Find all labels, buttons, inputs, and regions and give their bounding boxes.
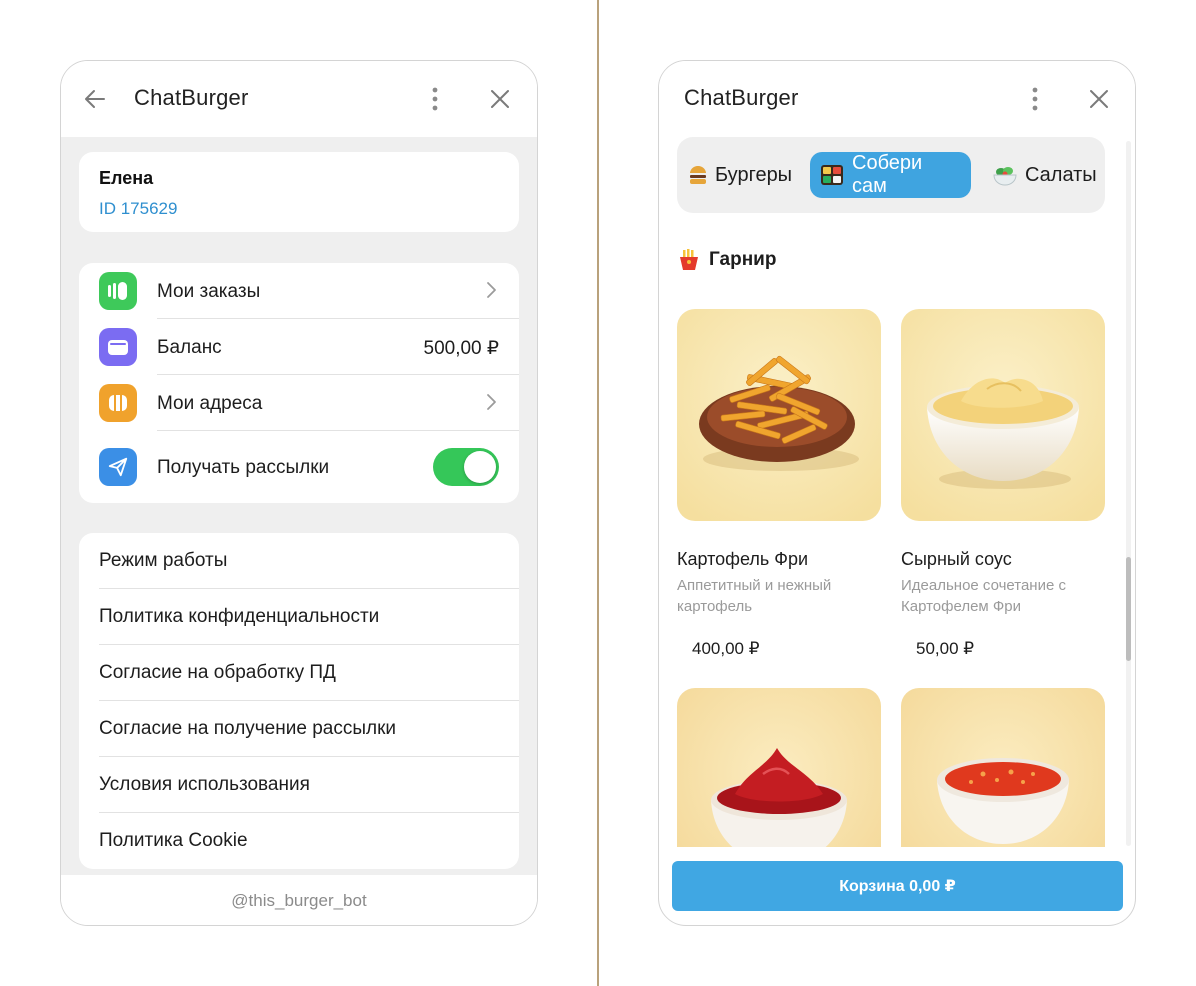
link-cookie-policy[interactable]: Политика Cookie	[79, 813, 519, 869]
toggle-knob	[464, 451, 496, 483]
profile-card: Елена ID 175629	[79, 152, 519, 232]
profile-content: Елена ID 175629 Мои заказы Баланс 500,00…	[61, 137, 537, 875]
product-card[interactable]	[901, 688, 1105, 847]
back-button[interactable]	[79, 83, 111, 115]
link-terms-of-use[interactable]: Условия использования	[79, 757, 519, 813]
salad-icon	[993, 164, 1017, 186]
scrollbar-thumb[interactable]	[1126, 557, 1131, 661]
close-icon	[491, 90, 509, 108]
catalog-content: Бургеры Собери сам Салаты Гарнир Картофе…	[659, 137, 1135, 847]
menu-item-addresses[interactable]: Мои адреса	[79, 375, 519, 431]
bot-username[interactable]: @this_burger_bot	[61, 875, 537, 925]
balance-value: 500,00 ₽	[423, 338, 499, 359]
ketchup-bowl-image[interactable]	[677, 688, 881, 847]
account-menu: Мои заказы Баланс 500,00 ₽ Мои адреса По…	[79, 263, 519, 503]
link-data-processing-consent[interactable]: Согласие на обработку ПД	[79, 645, 519, 701]
menu-item-newsletter: Получать рассылки	[79, 431, 519, 503]
fries-plate-image[interactable]	[677, 309, 881, 521]
link-label: Политика конфиденциальности	[99, 606, 380, 627]
info-links: Режим работы Политика конфиденциальности…	[79, 533, 519, 869]
scrollbar-track[interactable]	[1126, 141, 1131, 846]
user-id[interactable]: ID 175629	[99, 199, 177, 219]
tab-label: Собери сам	[852, 152, 923, 197]
paper-plane-icon	[99, 448, 137, 486]
window-title: ChatBurger	[684, 85, 799, 110]
cheese-sauce-image[interactable]	[901, 309, 1105, 521]
product-description: Аппетитный и нежный картофель	[677, 577, 832, 615]
fries-icon	[679, 249, 699, 271]
tab-burgers[interactable]: Бургеры	[679, 152, 802, 198]
product-description: Идеальное сочетание с Картофелем Фри	[901, 577, 1066, 615]
chevron-right-icon	[487, 282, 496, 298]
link-label: Режим работы	[99, 550, 228, 571]
link-newsletter-consent[interactable]: Согласие на получение рассылки	[79, 701, 519, 757]
menu-window: ChatBurger Бургеры Собери сам Салаты Гар…	[658, 60, 1136, 926]
section-title: Гарнир	[709, 249, 777, 270]
link-label: Условия использования	[99, 774, 310, 795]
link-label: Согласие на обработку ПД	[99, 662, 336, 683]
wallet-icon	[99, 328, 137, 366]
link-label: Политика Cookie	[99, 830, 248, 851]
close-button[interactable]	[484, 83, 516, 115]
stage: ChatBurger Елена ID 175629 Мои заказы Ба…	[0, 0, 1196, 986]
category-tabs: Бургеры Собери сам Салаты	[677, 137, 1105, 213]
titlebar: ChatBurger	[61, 61, 537, 137]
menu-item-label: Баланс	[157, 337, 222, 358]
arrow-left-icon	[85, 90, 105, 108]
tab-label: Салаты	[1025, 163, 1097, 186]
more-vertical-icon	[432, 87, 438, 111]
link-working-hours[interactable]: Режим работы	[79, 533, 519, 589]
product-card[interactable]: Сырный соус Идеальное сочетание с Картоф…	[901, 309, 1105, 669]
bento-icon	[820, 164, 844, 186]
menu-item-label: Получать рассылки	[157, 457, 330, 478]
panel-divider	[597, 0, 599, 986]
titlebar: ChatBurger	[659, 61, 1135, 137]
profile-window: ChatBurger Елена ID 175629 Мои заказы Ба…	[60, 60, 538, 926]
cart-button[interactable]: Корзина 0,00 ₽	[672, 861, 1123, 911]
section-header: Гарнир	[679, 249, 776, 271]
menu-item-label: Мои адреса	[157, 393, 263, 414]
close-button[interactable]	[1083, 83, 1115, 115]
newsletter-toggle[interactable]	[433, 448, 499, 486]
product-price: 400,00 ₽	[692, 639, 760, 658]
tab-label: Бургеры	[715, 163, 793, 186]
menu-item-label: Мои заказы	[157, 281, 261, 302]
link-privacy-policy[interactable]: Политика конфиденциальности	[79, 589, 519, 645]
menu-item-balance[interactable]: Баланс 500,00 ₽	[79, 319, 519, 375]
product-name: Сырный соус	[901, 549, 1012, 569]
sweet-chili-sauce-image[interactable]	[901, 688, 1105, 847]
more-button[interactable]	[1019, 83, 1051, 115]
menu-item-orders[interactable]: Мои заказы	[79, 263, 519, 319]
product-card[interactable]	[677, 688, 881, 847]
chevron-right-icon	[487, 394, 496, 410]
burger-icon	[689, 164, 707, 186]
tab-build-your-own[interactable]: Собери сам	[810, 152, 971, 198]
close-icon	[1090, 90, 1108, 108]
tab-salads[interactable]: Салаты	[983, 152, 1107, 198]
more-vertical-icon	[1032, 87, 1038, 111]
product-name: Картофель Фри	[677, 549, 809, 569]
link-label: Согласие на получение рассылки	[99, 718, 396, 739]
window-title: ChatBurger	[134, 85, 249, 110]
orders-icon	[99, 272, 137, 310]
product-card[interactable]: Картофель Фри Аппетитный и нежный картоф…	[677, 309, 881, 669]
more-button[interactable]	[419, 83, 451, 115]
addresses-icon	[99, 384, 137, 422]
product-price: 50,00 ₽	[916, 639, 975, 658]
user-name: Елена	[99, 168, 154, 188]
